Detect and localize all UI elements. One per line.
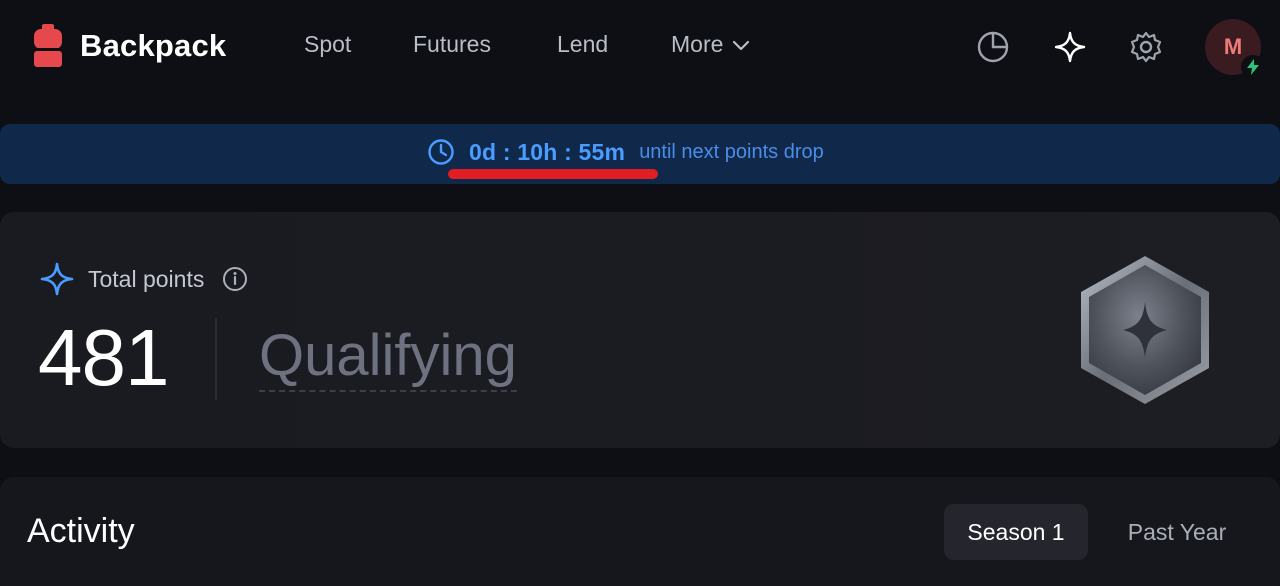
pie-chart-icon: [977, 31, 1009, 63]
sparkle-icon: [1054, 31, 1086, 63]
tab-season-1[interactable]: Season 1: [944, 504, 1088, 560]
avatar-initial: M: [1223, 34, 1243, 59]
red-underline-annotation: [448, 169, 658, 179]
user-avatar[interactable]: M: [1205, 19, 1265, 79]
nav-more-menu[interactable]: More: [671, 31, 751, 58]
divider: [215, 318, 217, 400]
top-nav: Backpack Spot Futures Lend More M: [0, 0, 1280, 96]
hexagon-star-badge-icon: [1081, 256, 1209, 404]
chevron-down-icon: [733, 40, 750, 50]
page: Backpack Spot Futures Lend More M 0d: 1…: [0, 0, 1280, 586]
nav-link-lend[interactable]: Lend: [557, 31, 608, 58]
activity-card: Activity Season 1 Past Year: [0, 477, 1280, 586]
lightning-icon: [1247, 59, 1259, 75]
total-points-header: Total points: [40, 262, 248, 296]
settings-button[interactable]: [1128, 29, 1164, 65]
countdown-timer: 0d : 10h : 55m: [469, 138, 626, 165]
points-card: Total points 481 Qualifying: [0, 212, 1280, 448]
banner-content: 0d : 10h : 55m until next points drop: [427, 138, 824, 166]
activity-title: Activity: [27, 512, 135, 550]
nav-link-futures[interactable]: Futures: [413, 31, 491, 58]
portfolio-button[interactable]: [975, 29, 1011, 65]
info-icon[interactable]: [222, 266, 248, 292]
total-points-label: Total points: [88, 265, 205, 292]
brand-logo[interactable]: Backpack: [32, 24, 226, 68]
nav-more-label: More: [671, 31, 724, 57]
countdown-suffix: until next points drop: [639, 140, 824, 163]
points-button[interactable]: [1052, 29, 1088, 65]
total-points-value: 481: [38, 313, 169, 402]
gear-icon: [1130, 31, 1162, 63]
qualifying-status[interactable]: Qualifying: [259, 324, 517, 392]
sparkle-icon: [40, 262, 74, 296]
tab-past-year[interactable]: Past Year: [1104, 504, 1250, 560]
nav-link-spot[interactable]: Spot: [304, 31, 351, 58]
clock-icon: [428, 139, 454, 165]
brand-name: Backpack: [80, 28, 227, 63]
backpack-logo-icon: [34, 24, 62, 67]
avatar-badge: [1241, 55, 1265, 79]
